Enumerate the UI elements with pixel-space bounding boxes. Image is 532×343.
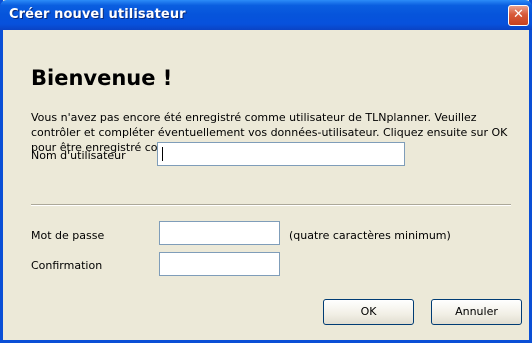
form-divider bbox=[31, 204, 511, 206]
welcome-heading: Bienvenue ! bbox=[31, 66, 173, 90]
username-field[interactable] bbox=[157, 142, 405, 166]
text-caret bbox=[162, 147, 163, 161]
ok-button[interactable]: OK bbox=[323, 299, 414, 325]
username-label: Nom d'utilisateur bbox=[31, 149, 126, 162]
password-hint: (quatre caractères minimum) bbox=[289, 229, 451, 242]
password-label: Mot de passe bbox=[31, 229, 105, 242]
dialog-body: Bienvenue ! Vous n'avez pas encore été e… bbox=[3, 30, 529, 340]
confirmation-field[interactable] bbox=[159, 252, 280, 276]
window-title: Créer nouvel utilisateur bbox=[9, 7, 186, 22]
close-button[interactable]: ✕ bbox=[508, 5, 529, 26]
dialog-window: Créer nouvel utilisateur ✕ Bienvenue ! V… bbox=[0, 0, 532, 343]
confirmation-label: Confirmation bbox=[31, 259, 103, 272]
cancel-button[interactable]: Annuler bbox=[431, 299, 522, 325]
title-bar[interactable]: Créer nouvel utilisateur ✕ bbox=[0, 0, 532, 30]
password-field[interactable] bbox=[159, 221, 280, 245]
close-icon: ✕ bbox=[513, 7, 524, 22]
